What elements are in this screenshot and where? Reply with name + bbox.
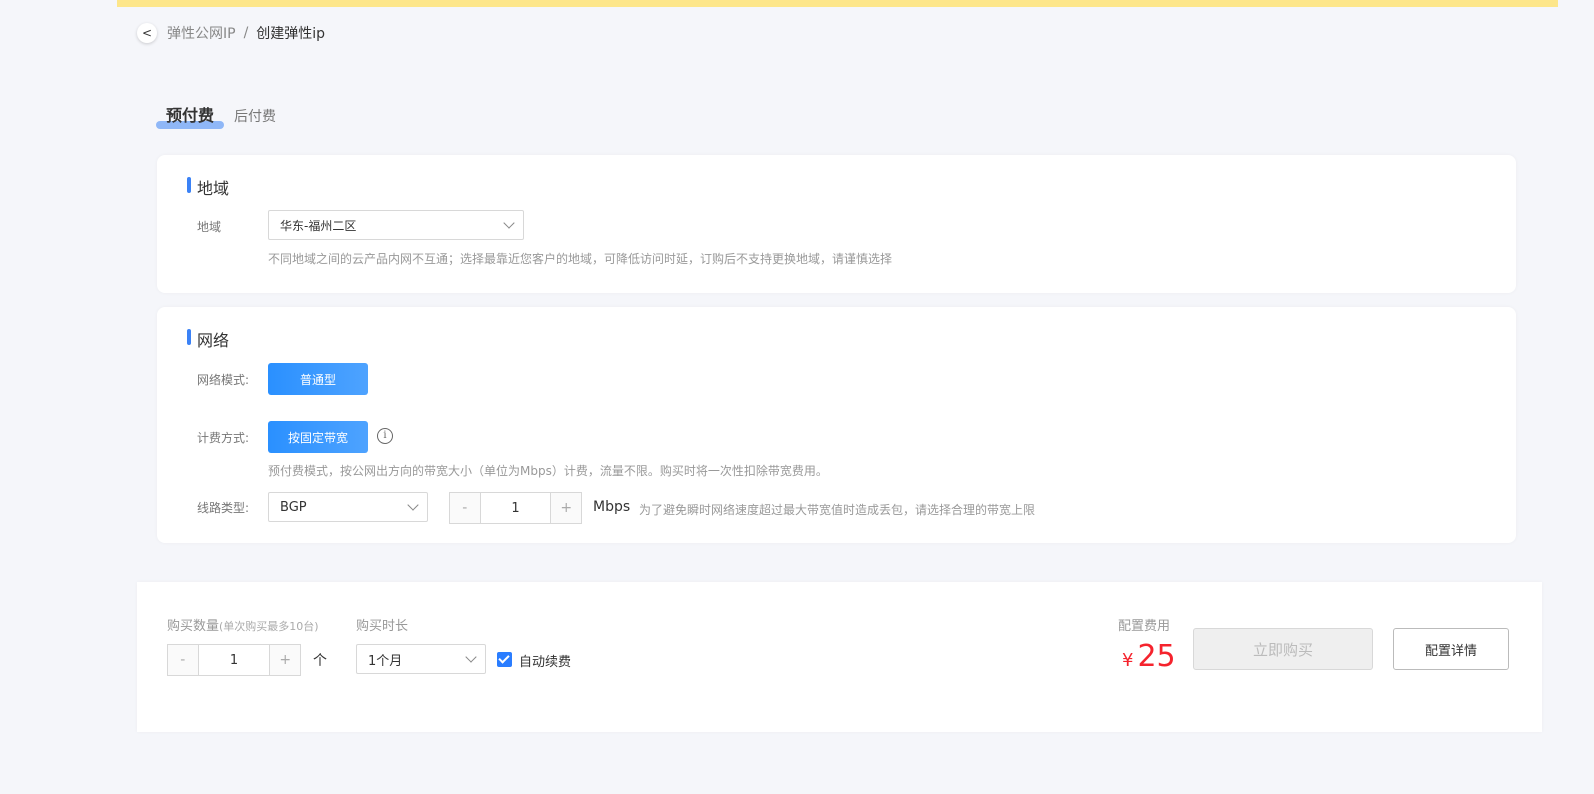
line-type-select[interactable]: BGP (268, 492, 428, 522)
line-type-label: 线路类型: (197, 501, 250, 515)
bandwidth-minus-button[interactable]: - (450, 493, 480, 523)
billing-tabs: 预付费 后付费 (155, 102, 296, 129)
duration-select[interactable]: 1个月 (356, 644, 486, 674)
auto-renew-label[interactable]: 自动续费 (519, 651, 571, 670)
duration-value: 1个月 (368, 653, 403, 669)
quantity-plus-button[interactable]: + (270, 645, 300, 675)
quantity-label-text: 购买数量 (167, 619, 220, 634)
breadcrumb: < 弹性公网IP / 创建弹性ip (137, 23, 325, 43)
quantity-minus-button[interactable]: - (168, 645, 198, 675)
currency-symbol: ¥ (1122, 650, 1134, 671)
region-hint: 不同地域之间的云产品内网不互通；选择最靠近您客户的地域，可降低访问时延，订购后不… (268, 252, 893, 266)
region-card: 地域 地域 华东-福州二区 不同地域之间的云产品内网不互通；选择最靠近您客户的地… (157, 155, 1516, 293)
tab-prepaid[interactable]: 预付费 (155, 102, 225, 129)
quantity-unit: 个 (313, 653, 327, 669)
chevron-down-icon (465, 651, 477, 663)
bandwidth-stepper: - 1 + (449, 492, 582, 524)
chevron-down-icon (503, 217, 515, 229)
region-label: 地域 (197, 220, 222, 234)
line-type-value: BGP (280, 499, 307, 515)
bandwidth-hint: 为了避免瞬时网络速度超过最大带宽值时造成丢包，请选择合理的带宽上限 (639, 503, 1036, 517)
fee-label: 配置费用 (1118, 619, 1171, 634)
quantity-stepper: - 1 + (167, 644, 301, 676)
back-icon[interactable]: < (137, 23, 157, 43)
bandwidth-unit: Mbps (593, 499, 631, 515)
breadcrumb-current: 创建弹性ip (256, 26, 326, 42)
billing-hint: 预付费模式，按公网出方向的带宽大小（单位为Mbps）计费，流量不限。购买时将一次… (268, 464, 828, 478)
top-notice-bar (117, 0, 1558, 7)
quantity-label: 购买数量(单次购买最多10台) (167, 615, 319, 634)
quantity-input[interactable]: 1 (197, 645, 271, 675)
network-card-title: 网络 (187, 327, 229, 351)
network-mode-normal-button[interactable]: 普通型 (268, 363, 368, 395)
tab-postpaid[interactable]: 后付费 (234, 106, 276, 126)
price-display: ¥25 (1122, 639, 1176, 674)
bandwidth-input[interactable]: 1 (479, 493, 552, 523)
breadcrumb-parent-link[interactable]: 弹性公网IP (167, 23, 236, 43)
purchase-footer: 购买数量(单次购买最多10台) - 1 + 个 购买时长 1个月 自动续费 配置… (137, 582, 1542, 732)
network-mode-label: 网络模式: (197, 373, 250, 387)
config-detail-button[interactable]: 配置详情 (1393, 628, 1509, 670)
auto-renew-checkbox[interactable] (497, 652, 512, 667)
breadcrumb-separator: / (243, 25, 249, 41)
bandwidth-plus-button[interactable]: + (551, 493, 582, 523)
billing-method-label: 计费方式: (197, 431, 250, 445)
quantity-limit-note: (单次购买最多10台) (219, 620, 319, 633)
billing-fixed-bandwidth-button[interactable]: 按固定带宽 (268, 421, 368, 453)
chevron-down-icon (407, 499, 419, 511)
region-select-value: 华东-福州二区 (280, 218, 357, 233)
duration-label: 购买时长 (356, 619, 409, 634)
info-icon[interactable]: i (377, 428, 393, 444)
region-card-title: 地域 (187, 175, 229, 199)
network-card: 网络 网络模式: 普通型 计费方式: 按固定带宽 i 预付费模式，按公网出方向的… (157, 307, 1516, 543)
region-select[interactable]: 华东-福州二区 (268, 210, 524, 240)
buy-now-button[interactable]: 立即购买 (1193, 628, 1373, 670)
price-value: 25 (1137, 639, 1176, 674)
